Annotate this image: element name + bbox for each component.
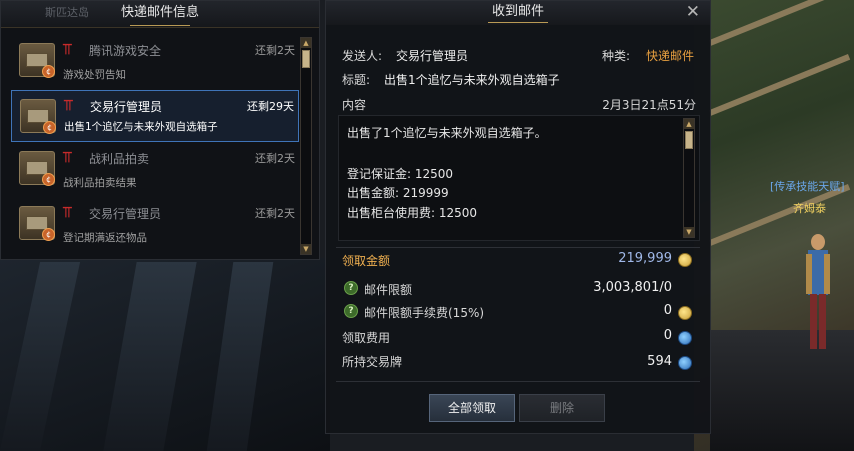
mail-subject: 战利品拍卖结果 <box>63 177 137 189</box>
collect-fee-label: 领取费用 <box>342 331 391 345</box>
scroll-thumb[interactable] <box>302 50 310 68</box>
mail-list-scrollbar[interactable]: ▲ ▼ <box>300 37 312 255</box>
scroll-up-arrow-icon[interactable]: ▲ <box>684 119 694 129</box>
blue-token-icon <box>678 331 692 345</box>
mail-item[interactable]: ¢ ⫪ 腾讯游戏安全 还剩2天 游戏处罚告知 <box>11 35 299 89</box>
mail-subject: 游戏处罚告知 <box>63 69 126 81</box>
skill-label[interactable]: [传承技能天赋] <box>770 178 845 194</box>
mail-fee-label: 邮件限额手续费(15%) <box>364 306 485 320</box>
mail-sender: 交易行管理员 <box>90 100 163 114</box>
mail-fee-value: 0 <box>663 303 672 318</box>
mail-sender: 腾讯游戏安全 <box>89 44 162 58</box>
mail-list-title-bar: 斯匹达岛 快递邮件信息 <box>1 1 319 28</box>
type-label: 种类: <box>602 49 631 63</box>
content-line: 登记保证金: 12500 <box>347 167 454 181</box>
type-value: 快递邮件 <box>646 49 695 63</box>
gold-coin-icon <box>678 253 692 267</box>
mail-date: 2月3日21点51分 <box>602 98 696 112</box>
mail-limit-value: 3,003,801/0 <box>593 280 672 295</box>
coin-badge-icon: ¢ <box>42 65 55 78</box>
location-ghost-text: 斯匹达岛 <box>45 6 89 19</box>
divider <box>336 381 700 382</box>
blue-token-icon <box>678 356 692 370</box>
scroll-thumb[interactable] <box>685 131 693 149</box>
tokens-value: 594 <box>647 354 672 369</box>
mail-sender: 交易行管理员 <box>89 207 162 221</box>
title-ornament <box>130 25 190 30</box>
title-ornament <box>488 22 548 27</box>
mail-days-left: 还剩29天 <box>247 100 294 113</box>
mail-sender: 战利品拍卖 <box>89 152 150 166</box>
mail-detail-title-bar: 收到邮件 <box>326 1 710 25</box>
npc-name: 齐姆泰 <box>793 202 826 215</box>
tencent-logo-icon: ⫪ <box>63 203 72 221</box>
tencent-logo-icon: ⫪ <box>63 40 72 58</box>
mail-days-left: 还剩2天 <box>255 207 295 220</box>
mail-subject: 出售1个追忆与未来外观自选箱子 <box>64 121 218 133</box>
subject-label: 标题: <box>342 73 371 87</box>
sender-value: 交易行管理员 <box>396 49 469 63</box>
mail-detail-title: 收到邮件 <box>491 4 544 19</box>
npc-character[interactable] <box>800 230 836 360</box>
divider <box>336 247 700 248</box>
content-line: 出售了1个追忆与未来外观自选箱子。 <box>347 126 547 140</box>
mail-subject: 登记期满返还物品 <box>63 232 147 244</box>
coin-badge-icon: ¢ <box>42 173 55 186</box>
tencent-logo-icon: ⫪ <box>63 148 72 166</box>
tokens-label: 所持交易牌 <box>342 355 403 369</box>
sender-label: 发送人: <box>342 49 383 63</box>
delete-button[interactable]: 删除 <box>519 394 605 422</box>
mail-item[interactable]: ¢ ⫪ 交易行管理员 还剩2天 登记期满返还物品 <box>11 198 299 252</box>
claim-amount-value: 219,999 <box>618 251 672 266</box>
content-scrollbar[interactable]: ▲ ▼ <box>683 118 695 238</box>
mail-list-title: 快递邮件信息 <box>120 5 199 20</box>
help-icon[interactable]: ? <box>344 304 358 318</box>
mail-days-left: 还剩2天 <box>255 44 295 57</box>
content-label: 内容 <box>342 98 367 112</box>
mail-item-selected[interactable]: ¢ ⫪ 交易行管理员 还剩29天 出售1个追忆与未来外观自选箱子 <box>11 90 299 142</box>
scroll-up-arrow-icon[interactable]: ▲ <box>301 38 311 48</box>
coin-badge-icon: ¢ <box>43 121 56 134</box>
scroll-down-arrow-icon[interactable]: ▼ <box>684 227 694 237</box>
mail-detail-panel: 收到邮件 ✕ 发送人: 交易行管理员 种类: 快递邮件 标题: 出售1个追忆与未… <box>325 0 711 434</box>
mail-days-left: 还剩2天 <box>255 152 295 165</box>
mail-list: ¢ ⫪ 腾讯游戏安全 还剩2天 游戏处罚告知 ¢ ⫪ 交易行管理员 还剩29天 … <box>11 35 299 253</box>
claim-all-button[interactable]: 全部领取 <box>429 394 515 422</box>
collect-fee-value: 0 <box>663 328 672 343</box>
gold-coin-icon <box>678 306 692 320</box>
tencent-logo-icon: ⫪ <box>64 96 73 114</box>
content-line: 出售柜台使用费: 12500 <box>347 206 478 220</box>
scroll-down-arrow-icon[interactable]: ▼ <box>301 244 311 254</box>
mail-list-panel: 斯匹达岛 快递邮件信息 ¢ ⫪ 腾讯游戏安全 还剩2天 游戏处罚告知 ¢ ⫪ 交… <box>0 0 320 260</box>
mail-limit-label: 邮件限额 <box>364 283 413 297</box>
mail-item[interactable]: ¢ ⫪ 战利品拍卖 还剩2天 战利品拍卖结果 <box>11 143 299 197</box>
content-line: 出售金额: 219999 <box>347 186 449 200</box>
subject-value: 出售1个追忆与未来外观自选箱子 <box>384 73 560 87</box>
help-icon[interactable]: ? <box>344 281 358 295</box>
close-icon[interactable]: ✕ <box>686 2 700 22</box>
coin-badge-icon: ¢ <box>42 228 55 241</box>
mail-content-box[interactable]: 出售了1个追忆与未来外观自选箱子。 登记保证金: 12500 出售金额: 219… <box>338 115 700 241</box>
claim-amount-label: 领取金额 <box>342 254 391 268</box>
